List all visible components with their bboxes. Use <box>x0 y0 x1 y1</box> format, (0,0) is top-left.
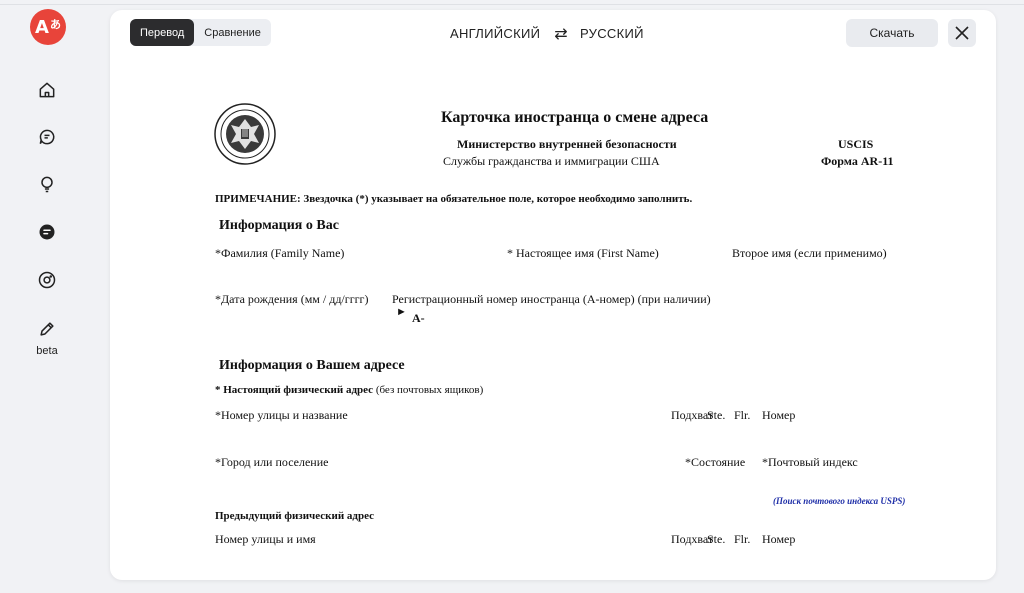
sidebar-item-write[interactable] <box>36 318 58 340</box>
tab-translation[interactable]: Перевод <box>130 19 195 46</box>
lightbulb-icon <box>41 176 53 193</box>
sidebar-item-camera[interactable] <box>36 269 58 291</box>
sidebar-item-home[interactable] <box>36 79 58 101</box>
chat-icon <box>39 129 55 145</box>
logo-letter: A <box>35 16 49 38</box>
section-about-you: Информация о Вас <box>219 218 339 233</box>
source-language[interactable]: АНГЛИЙСКИЙ <box>450 26 540 41</box>
street-name-label: *Номер улицы и название <box>215 408 348 422</box>
close-button[interactable] <box>948 19 976 47</box>
previous-flr-label: Flr. <box>734 532 751 546</box>
sidebar: Aあ beta <box>0 0 96 593</box>
dob-label: *Дата рождения (мм / дд/гггг) <box>215 292 369 306</box>
current-address-hint: (без почтовых ящиков) <box>373 384 484 396</box>
sidebar-item-ideas[interactable] <box>36 173 58 195</box>
flr-label: Flr. <box>734 408 751 422</box>
section-address: Информация о Вашем адресе <box>219 358 405 373</box>
camera-icon <box>38 271 56 289</box>
logo-glyph: あ <box>49 18 61 31</box>
translated-document: Карточка иностранца о смене адреса Минис… <box>110 60 996 580</box>
home-icon <box>39 82 55 98</box>
form-number: Форма AR-11 <box>821 154 894 168</box>
beta-label: beta <box>36 345 58 357</box>
view-mode-toggle: Перевод Сравнение <box>130 19 271 46</box>
current-address-title: Настоящий физический адрес <box>223 384 374 396</box>
previous-street-label: Номер улицы и имя <box>215 532 316 546</box>
pencil-icon <box>40 322 54 336</box>
ste-label: Ste. <box>707 408 726 422</box>
service-name: Службы гражданства и иммиграции США <box>443 154 660 168</box>
first-name-label: * Настоящее имя (First Name) <box>507 246 659 260</box>
document-viewer: Перевод Сравнение АНГЛИЙСКИЙ ⇄ РУССКИЙ С… <box>110 10 996 580</box>
family-name-label: *Фамилия (Family Name) <box>215 246 345 260</box>
number-label: Номер <box>762 408 796 422</box>
a-number-prefix: A- <box>412 311 425 325</box>
previous-address-title: Предыдущий физический адрес <box>215 510 374 522</box>
current-address-label: * Настоящий физический адрес (без почтов… <box>215 384 483 396</box>
dhs-seal-icon <box>214 103 276 165</box>
sidebar-item-documents[interactable] <box>36 221 58 243</box>
language-pair: АНГЛИЙСКИЙ ⇄ РУССКИЙ <box>450 24 644 43</box>
middle-name-label: Второе имя (если применимо) <box>732 246 887 260</box>
app-logo[interactable]: Aあ <box>30 9 66 45</box>
city-label: *Город или поселение <box>215 455 329 469</box>
agency-name: Министерство внутренней безопасности <box>457 137 677 151</box>
swap-languages-icon[interactable]: ⇄ <box>554 24 568 43</box>
target-language[interactable]: РУССКИЙ <box>580 26 644 41</box>
download-button[interactable]: Скачать <box>846 19 938 47</box>
document-icon <box>39 224 55 240</box>
a-number-arrow: ► <box>396 306 407 318</box>
required-note: ПРИМЕЧАНИЕ: Звездочка (*) указывает на о… <box>215 193 693 205</box>
state-label: *Состояние <box>685 455 746 469</box>
sidebar-item-chat[interactable] <box>36 126 58 148</box>
document-title: Карточка иностранца о смене адреса <box>441 109 709 126</box>
previous-ste-label: Ste. <box>707 532 726 546</box>
top-divider <box>0 4 1024 5</box>
zip-label: *Почтовый индекс <box>762 455 858 469</box>
close-icon <box>955 26 969 40</box>
org-code: USCIS <box>838 137 874 151</box>
required-star: * <box>215 384 224 396</box>
usps-zip-lookup-link[interactable]: (Поиск почтового индекса USPS) <box>773 496 905 506</box>
a-number-label: Регистрационный номер иностранца (А-номе… <box>392 292 711 306</box>
tab-comparison[interactable]: Сравнение <box>194 19 271 46</box>
previous-number-label: Номер <box>762 532 796 546</box>
